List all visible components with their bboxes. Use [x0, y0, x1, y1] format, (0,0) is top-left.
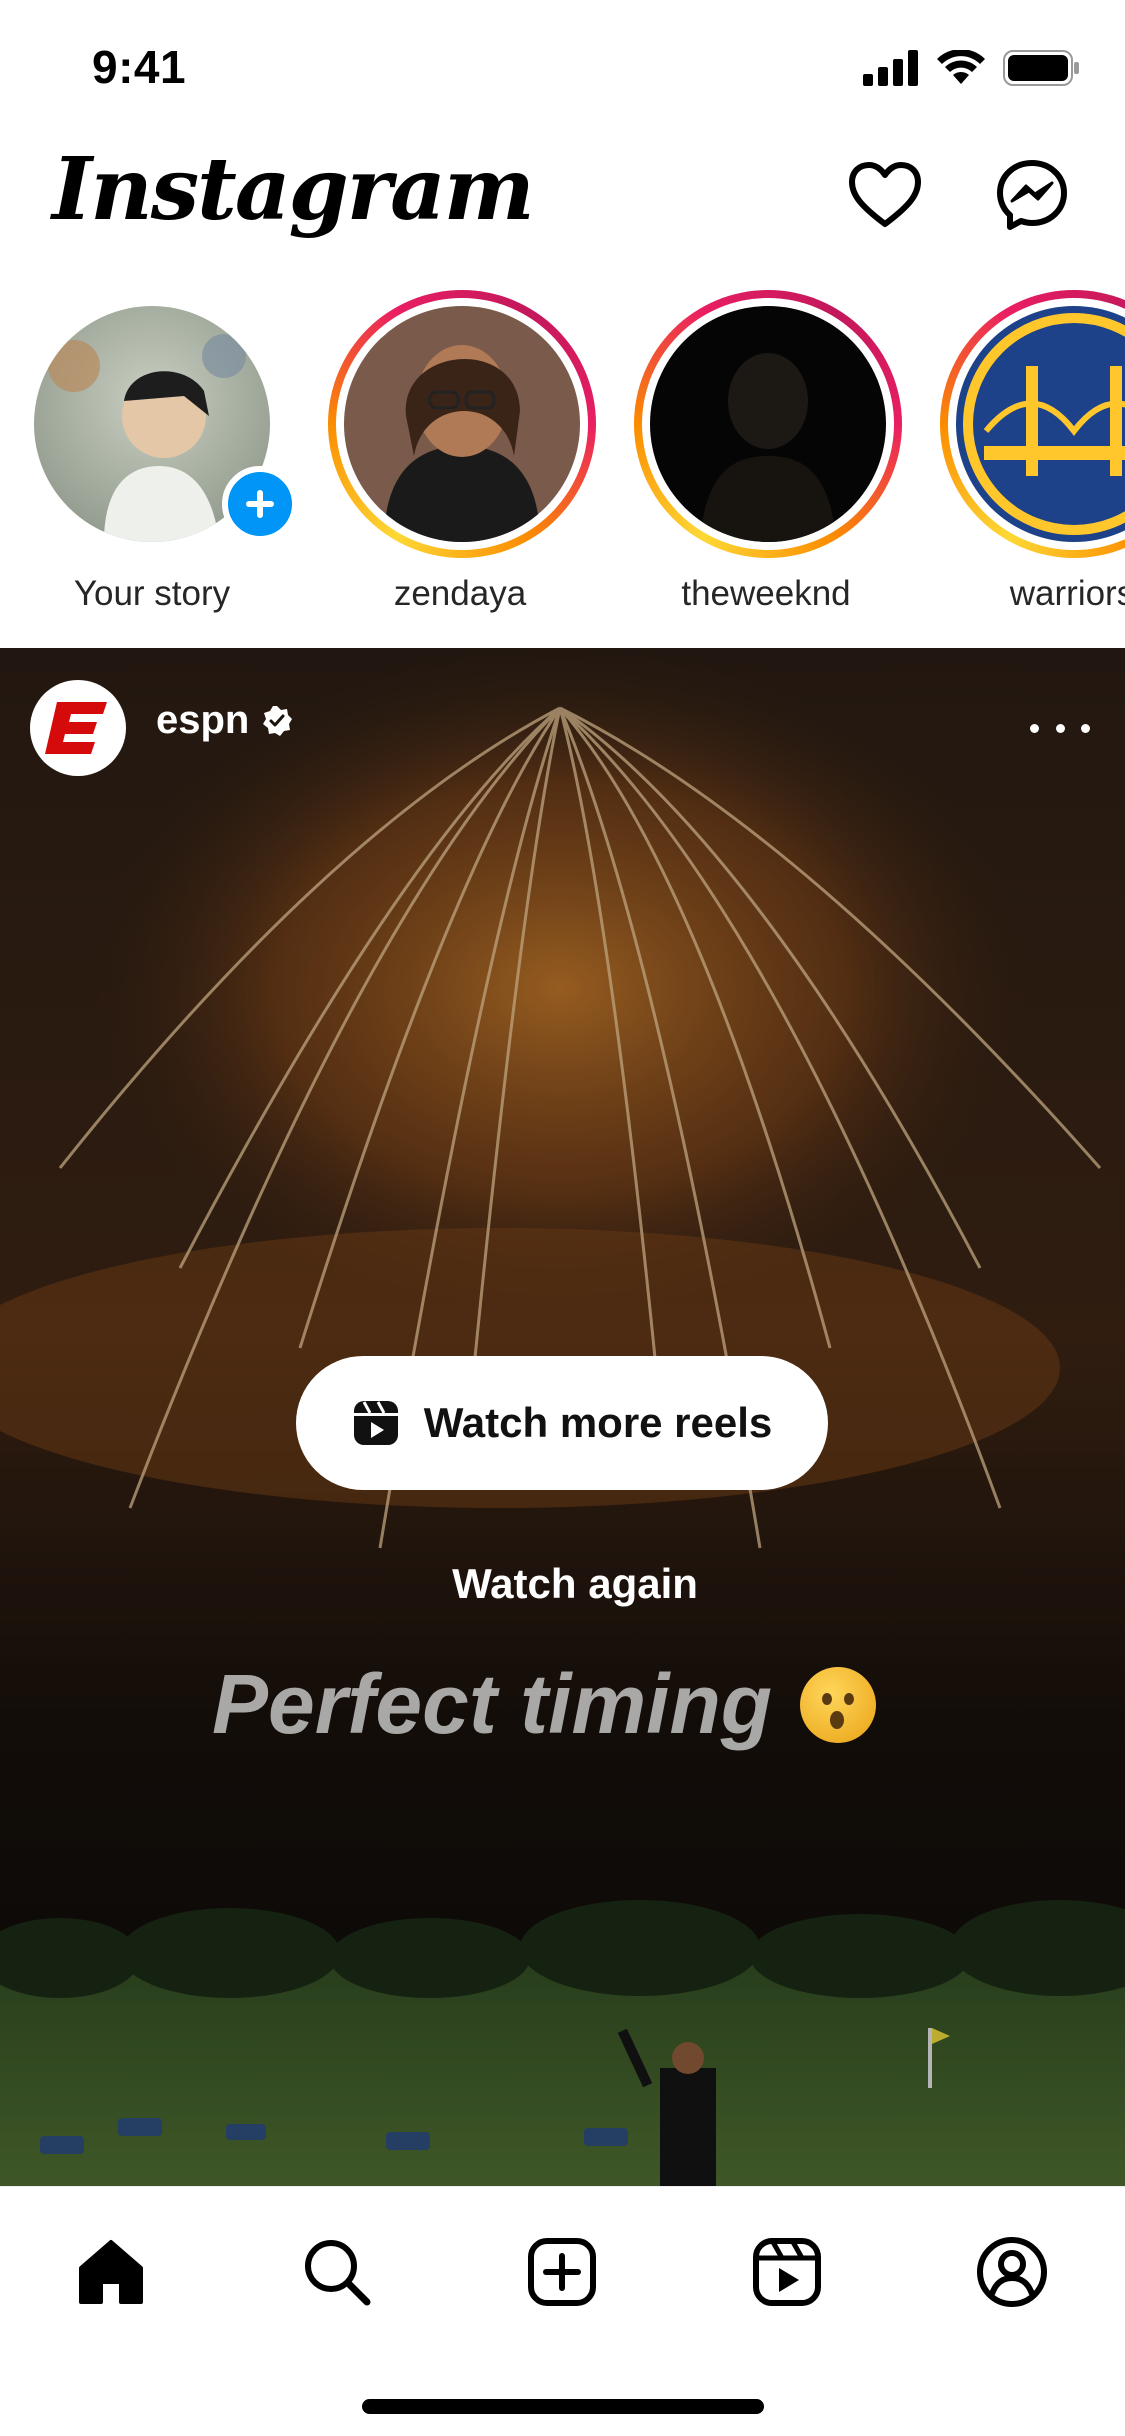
post-author-avatar[interactable] — [30, 680, 126, 776]
post-author[interactable]: espn — [156, 698, 293, 743]
caption-text: Perfect timing — [212, 1657, 773, 1751]
cellular-signal-icon — [863, 50, 918, 86]
reels-icon — [353, 1401, 398, 1445]
tab-reels[interactable] — [742, 2227, 832, 2317]
wifi-icon — [937, 50, 985, 84]
reel-post[interactable]: espn Watch more reels Watch again Perfec… — [0, 648, 1125, 2186]
stories-tray: Your story zendaya theweeknd warriors — [0, 286, 1125, 646]
messenger-icon — [997, 160, 1067, 230]
story-avatar — [956, 306, 1125, 542]
home-indicator[interactable] — [362, 2399, 764, 2414]
verified-badge-icon — [263, 705, 293, 736]
search-icon — [305, 2240, 371, 2306]
story-warriors[interactable]: warriors — [928, 286, 1125, 626]
reels-icon — [753, 2238, 821, 2306]
watch-more-reels-button[interactable]: Watch more reels — [296, 1356, 828, 1490]
tab-profile[interactable] — [967, 2227, 1057, 2317]
story-avatar — [344, 306, 580, 542]
home-icon — [79, 2240, 143, 2304]
add-story-button[interactable] — [222, 466, 298, 542]
instagram-logo[interactable]: Instagram — [52, 135, 535, 245]
status-time: 9:41 — [92, 41, 187, 93]
plus-icon — [246, 490, 274, 518]
story-ring — [940, 290, 1125, 558]
story-label: zendaya — [393, 574, 527, 613]
status-icons — [863, 50, 1081, 86]
video-caption-overlay: Perfect timing — [212, 1656, 877, 1753]
espn-logo-icon — [45, 702, 107, 754]
heart-icon — [849, 162, 921, 227]
story-label: Your story — [73, 574, 231, 613]
tab-home[interactable] — [66, 2227, 156, 2317]
story-label: theweeknd — [681, 574, 851, 613]
post-username[interactable]: espn — [156, 698, 249, 743]
more-options-button[interactable] — [1030, 708, 1090, 748]
status-bar: 9:41 — [0, 0, 1125, 135]
tab-search[interactable] — [292, 2227, 382, 2317]
story-avatar — [650, 306, 886, 542]
messenger-button[interactable] — [992, 155, 1072, 235]
tab-create[interactable] — [517, 2227, 607, 2317]
create-icon — [528, 2238, 596, 2306]
story-label: warriors — [1009, 574, 1125, 613]
story-your-story[interactable]: Your story — [22, 286, 302, 626]
story-theweeknd[interactable]: theweeknd — [622, 286, 902, 626]
story-ring — [328, 290, 596, 558]
bottom-tab-bar — [0, 2186, 1125, 2436]
notifications-button[interactable] — [845, 155, 925, 235]
story-zendaya[interactable]: zendaya — [316, 286, 596, 626]
battery-icon — [1003, 50, 1079, 86]
profile-icon — [977, 2237, 1047, 2307]
app-header: Instagram — [0, 135, 1125, 285]
watch-again-button[interactable]: Watch again — [0, 1560, 1125, 1608]
surprised-emoji-icon — [800, 1666, 877, 1743]
watch-more-reels-label: Watch more reels — [423, 1399, 773, 1446]
story-ring — [634, 290, 902, 558]
